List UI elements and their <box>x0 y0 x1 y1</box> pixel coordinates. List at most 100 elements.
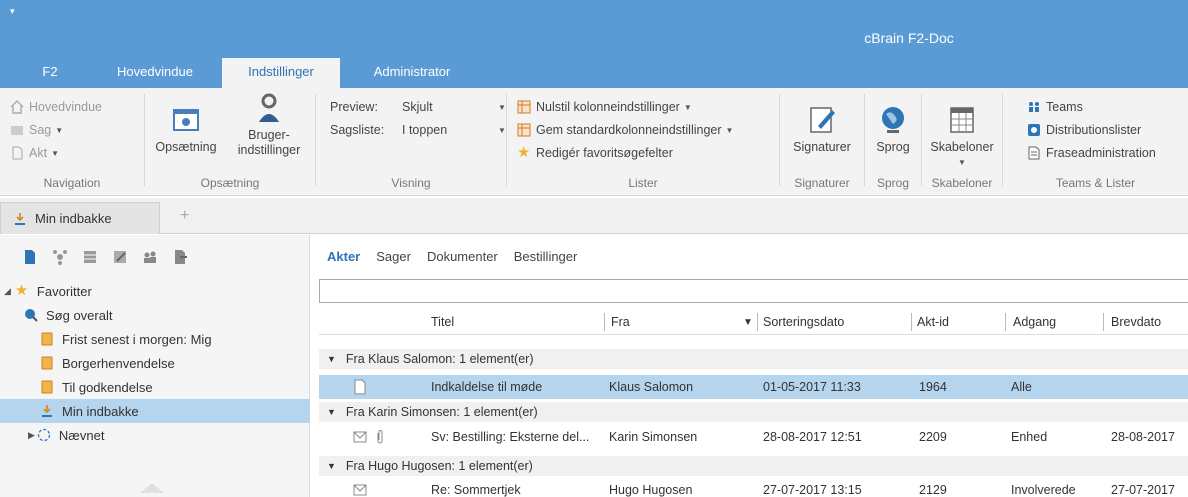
cell-sorteringsdato: 27-07-2017 13:15 <box>763 483 862 497</box>
column-divider[interactable] <box>911 313 912 331</box>
table-row[interactable]: Re: Sommertjek Hugo Hugosen 27-07-2017 1… <box>319 478 1188 497</box>
signaturer-button[interactable]: Signaturer <box>780 104 864 155</box>
group-lister: Nulstil kolonneindstillinger ▼ Gem standa… <box>507 88 779 192</box>
column-divider[interactable] <box>1005 313 1006 331</box>
star-icon: ★ <box>14 282 29 299</box>
tab-f2[interactable]: F2 <box>30 58 70 88</box>
cell-fra: Hugo Hugosen <box>609 483 693 497</box>
export-document-icon[interactable] <box>172 249 188 265</box>
sagsliste-select[interactable]: Sagsliste: I toppen ▼ <box>330 123 506 137</box>
email-icon <box>353 484 367 496</box>
column-divider[interactable] <box>757 313 758 331</box>
settings-window-icon <box>173 109 199 131</box>
cell-adgang: Alle <box>1011 380 1032 394</box>
inbox-icon <box>42 405 52 417</box>
ribbon: Hovedvindue Sag ▼ Akt ▼ Navigation Opsætni… <box>0 88 1188 196</box>
column-header-row: Titel Fra ▼ Sorteringsdato Akt-id Adgang… <box>319 311 1188 335</box>
group-signaturer: Signaturer Signaturer <box>780 88 864 192</box>
tab-akter[interactable]: Akter <box>327 249 360 264</box>
tree-item-label: Frist senest i morgen: Mig <box>62 331 212 347</box>
new-document-icon[interactable] <box>22 249 38 265</box>
group-header-label: Fra Karin Simonsen: 1 element(er) <box>345 405 538 419</box>
col-brevdato[interactable]: Brevdato <box>1111 315 1161 329</box>
tab-indstillinger[interactable]: Indstillinger <box>222 58 340 88</box>
group-header[interactable]: ▼ Fra Hugo Hugosen: 1 element(er) <box>319 456 1188 476</box>
collapse-triangle-icon[interactable]: ▼ <box>327 354 336 364</box>
template-icon <box>950 107 974 133</box>
ribbon-tab-row: F2 Hovedvindue Indstillinger Administrat… <box>0 58 1188 88</box>
col-titel[interactable]: Titel <box>431 315 454 329</box>
tab-dokumenter[interactable]: Dokumenter <box>427 249 498 264</box>
column-divider[interactable] <box>1103 313 1104 331</box>
col-adgang[interactable]: Adgang <box>1013 315 1056 329</box>
opsaetning-button[interactable]: Opsætning <box>151 104 221 155</box>
tree-item-min-indbakke[interactable]: Min indbakke <box>0 399 310 423</box>
akt-label: Akt <box>29 146 48 160</box>
col-akt-id[interactable]: Akt-id <box>917 315 949 329</box>
table-row[interactable]: Sv: Bestilling: Eksterne del... Karin Si… <box>319 425 1188 449</box>
network-icon[interactable] <box>52 249 68 265</box>
sagsliste-value: I toppen <box>402 123 448 137</box>
nulstil-kolonneindstillinger-button[interactable]: Nulstil kolonneindstillinger ▼ <box>517 100 692 114</box>
hovedvindue-button[interactable]: Hovedvindue <box>10 100 102 114</box>
rediger-favoritsoegefelter-button[interactable]: ★ Redigér favoritsøgefelter <box>517 144 673 161</box>
sort-desc-icon[interactable]: ▼ <box>743 317 753 328</box>
new-tab-plus-icon[interactable]: + <box>180 207 189 225</box>
distributionslister-label: Distributionslister <box>1046 123 1142 137</box>
list-icon[interactable] <box>82 249 98 265</box>
collapse-triangle-icon[interactable]: ▼ <box>327 461 336 471</box>
column-divider[interactable] <box>604 313 605 331</box>
gem-standardkolonneindstillinger-button[interactable]: Gem standardkolonneindstillinger ▼ <box>517 123 733 137</box>
akt-button[interactable]: Akt ▼ <box>10 146 59 160</box>
tree-favoritter[interactable]: ◢ ★ Favoritter <box>0 279 310 303</box>
brugerindstillinger-button[interactable]: Bruger- indstillinger <box>225 92 313 158</box>
distributionslister-button[interactable]: Distributionslister <box>1027 123 1141 137</box>
sprog-button[interactable]: Sprog <box>865 104 921 155</box>
paperclip-icon <box>377 430 383 444</box>
sag-label: Sag <box>29 123 52 137</box>
inbox-icon <box>15 212 25 225</box>
tree-item-borgerhenvendelse[interactable]: Borgerhenvendelse <box>0 351 310 375</box>
preview-select[interactable]: Preview: Skjult ▼ <box>330 100 506 114</box>
sprog-label: Sprog <box>876 140 910 154</box>
collapse-triangle-icon[interactable]: ▼ <box>327 407 336 417</box>
cell-akt-id: 2209 <box>919 430 947 444</box>
cell-akt-id: 2129 <box>919 483 947 497</box>
group-header[interactable]: ▼ Fra Klaus Salomon: 1 element(er) <box>319 349 1188 369</box>
group-header[interactable]: ▼ Fra Karin Simonsen: 1 element(er) <box>319 402 1188 422</box>
tree-naevnet[interactable]: ▶ Nævnet <box>0 423 310 447</box>
signaturer-label: Signaturer <box>793 140 851 154</box>
tree-item-til-godkendelse[interactable]: Til godkendelse <box>0 375 310 399</box>
cell-titel: Re: Sommertjek <box>431 483 521 497</box>
home-icon <box>10 100 24 114</box>
cell-sorteringsdato: 28-08-2017 12:51 <box>763 430 862 444</box>
preview-label: Preview: <box>330 100 378 114</box>
collapsed-arrow-icon[interactable]: ▶ <box>28 430 35 441</box>
tab-hovedvindue[interactable]: Hovedvindue <box>100 58 210 88</box>
col-sorteringsdato[interactable]: Sorteringsdato <box>763 315 844 329</box>
document-tab-strip: Min indbakke + <box>0 198 1188 234</box>
cell-titel: Indkaldelse til møde <box>431 380 543 394</box>
group-navigation: Hovedvindue Sag ▼ Akt ▼ Navigation <box>0 88 144 192</box>
chevron-down-icon: ▼ <box>683 102 692 112</box>
skabeloner-button[interactable]: Skabeloner ▼ <box>922 104 1002 170</box>
tab-administrator[interactable]: Administrator <box>352 58 472 88</box>
tree-item-frist[interactable]: Frist senest i morgen: Mig <box>0 327 310 351</box>
splitter-handle[interactable] <box>140 483 164 493</box>
search-input[interactable] <box>319 279 1188 303</box>
quick-access-chevron-icon[interactable]: ▾ <box>10 6 15 17</box>
tree-item-soeg-overalt[interactable]: Søg overalt <box>0 303 310 327</box>
tab-min-indbakke[interactable]: Min indbakke <box>0 202 160 234</box>
tab-bestillinger[interactable]: Bestillinger <box>514 249 578 264</box>
sag-button[interactable]: Sag ▼ <box>10 123 63 137</box>
edit-list-icon[interactable] <box>112 249 128 265</box>
users-icon[interactable] <box>142 249 158 265</box>
col-fra[interactable]: Fra <box>611 315 630 329</box>
tab-sager[interactable]: Sager <box>376 249 411 264</box>
expand-arrow-icon[interactable]: ◢ <box>4 286 11 297</box>
star-icon: ★ <box>517 144 531 161</box>
tree-item-label: Til godkendelse <box>62 379 153 395</box>
table-row[interactable]: Indkaldelse til møde Klaus Salomon 01-05… <box>319 375 1188 399</box>
fraseadministration-button[interactable]: Fraseadministration <box>1027 146 1156 160</box>
teams-button[interactable]: Teams <box>1027 100 1083 114</box>
